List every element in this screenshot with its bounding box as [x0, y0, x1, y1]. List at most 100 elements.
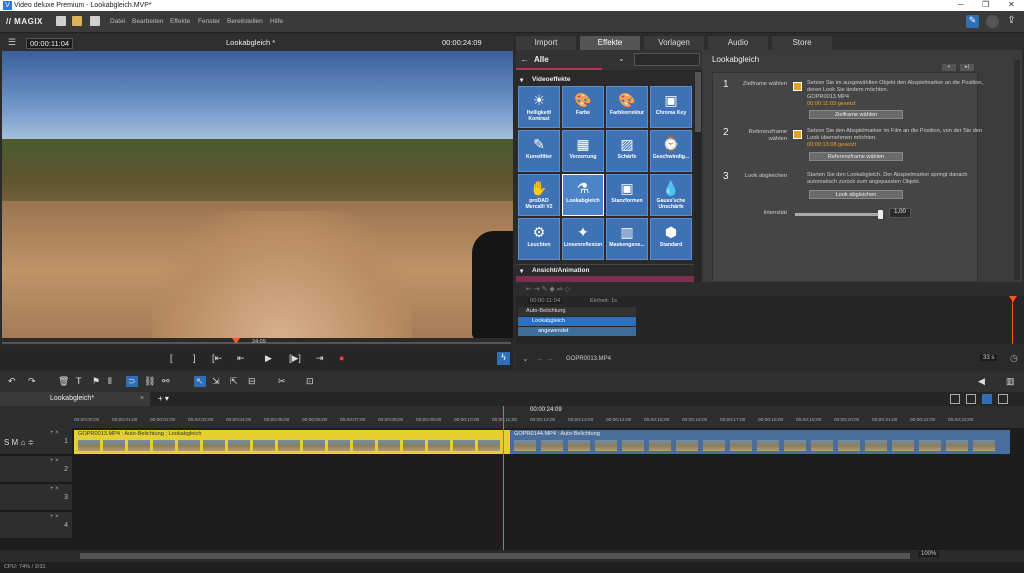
track-header-3[interactable]: + × 3 — [0, 484, 72, 511]
settings-scrollbar[interactable] — [1014, 60, 1020, 280]
search-input[interactable] — [634, 53, 700, 66]
zielframe-button[interactable]: Zielframe wählen — [809, 110, 903, 119]
kf-playhead-marker[interactable] — [1009, 296, 1017, 302]
view-storyboard-icon[interactable] — [950, 394, 960, 404]
tab-effekte[interactable]: Effekte — [580, 36, 640, 50]
previous-button[interactable]: ⇤ — [237, 353, 245, 364]
export-icon[interactable]: ⊡ — [306, 376, 314, 387]
solo-mute-icons[interactable]: S M ⌂ ≑ — [4, 438, 34, 447]
effect-tile[interactable]: ▨ Schärfe — [606, 130, 648, 172]
next-button[interactable]: ⇥ — [316, 353, 324, 364]
range-select-icon[interactable]: ⇲ — [212, 376, 220, 387]
scroll-thumb[interactable] — [80, 553, 910, 559]
menu-hilfe[interactable]: Hilfe — [270, 18, 283, 25]
unlink-icon[interactable]: ⚯ — [162, 376, 170, 387]
clock-icon[interactable]: ◷ — [1010, 353, 1018, 364]
view-timeline-icon[interactable] — [982, 394, 992, 404]
chevron-down-icon[interactable]: ⌄ — [618, 54, 625, 63]
timeline-ruler[interactable]: 00:00:24:09 00;00;00;00 00;00;01;00 00;00;… — [0, 406, 1024, 428]
track-header-1[interactable]: S M ⌂ ≑ + × 1 — [0, 428, 72, 455]
pointer-icon[interactable]: ↖ — [194, 376, 206, 387]
timecode-current[interactable]: 00:00:11:04 — [26, 38, 74, 49]
clip-gopr0013[interactable]: GOPR0013.MP4 : Auto-Belichtung ; Lookabg… — [74, 430, 510, 454]
menu-bearbeiten[interactable]: Bearbeiten — [132, 18, 163, 25]
split-icon[interactable]: ⫴ — [108, 376, 112, 387]
cut-icon[interactable]: ✂ — [278, 376, 286, 387]
nav-arrows-icon[interactable]: ← → — [536, 354, 554, 363]
intensity-slider[interactable] — [795, 210, 883, 219]
video-preview[interactable] — [2, 51, 513, 338]
next-keyframe-button[interactable]: ▸| — [960, 64, 974, 71]
timeline-playhead[interactable] — [503, 406, 504, 550]
preview-scrubber[interactable]: 24:09 — [0, 338, 513, 348]
effect-tile[interactable]: ✦ Linsenreflexion — [562, 218, 604, 260]
delete-icon[interactable]: 🗑 — [58, 376, 69, 387]
mark-in-button[interactable]: [ — [170, 353, 173, 363]
save-icon[interactable] — [90, 16, 100, 26]
menu-bereitstellen[interactable]: Bereitstellen — [227, 18, 263, 25]
tab-lookabgleich[interactable]: Lookabgleich* × — [0, 392, 150, 406]
effect-tile[interactable]: 🎨 Farbe — [562, 86, 604, 128]
section-videoeffekte[interactable]: ▾ Videoeffekte — [516, 74, 694, 85]
kf-row-lookabgleich[interactable]: Lookabgleich — [518, 317, 636, 326]
mark-out-button[interactable]: ] — [193, 353, 196, 363]
help-icon[interactable] — [986, 15, 999, 28]
new-file-icon[interactable] — [56, 16, 66, 26]
keyframe-nav-icons[interactable]: ⇤ ⇥ ✎ ◆ ⇌ ◇ — [526, 285, 570, 293]
menu-fenster[interactable]: Fenster — [198, 18, 220, 25]
track-plus-icon[interactable]: + × — [50, 514, 59, 520]
effect-tile[interactable]: 💧 Gauss'sche Unschärfe — [650, 174, 692, 216]
collapse-down-icon[interactable]: ⌄ — [522, 354, 529, 363]
tab-vorlagen[interactable]: Vorlagen — [644, 36, 704, 50]
effect-tile[interactable]: ✋ proDAD Mercalli V2 — [518, 174, 560, 216]
scrub-marker[interactable] — [232, 338, 240, 344]
kf-row-auto-belichtung[interactable]: Auto-Belichtung — [518, 307, 636, 316]
tab-import[interactable]: Import — [516, 36, 576, 50]
hamburger-icon[interactable]: ☰ — [8, 37, 16, 48]
kf-zoom[interactable]: 33 s — [980, 355, 998, 361]
effect-tile[interactable]: ☀ Helligkeit/ Kontrast — [518, 86, 560, 128]
intensity-knob[interactable] — [878, 210, 883, 219]
intensity-value[interactable]: 1,00 — [889, 208, 911, 218]
track-plus-icon[interactable]: + × — [50, 458, 59, 464]
kf-playhead[interactable] — [1012, 296, 1013, 344]
back-arrow-icon[interactable]: ← — [520, 54, 529, 64]
effect-tile[interactable]: ▦ Verzerrung — [562, 130, 604, 172]
reset-button[interactable]: + — [942, 64, 956, 71]
redo-icon[interactable]: ↷ — [28, 376, 36, 387]
kf-row-angewendet[interactable]: angewendet — [518, 327, 636, 336]
add-tab-button[interactable]: + ▾ — [158, 394, 169, 403]
effect-tile[interactable]: ▥ Maskengene... — [606, 218, 648, 260]
trim-icon[interactable]: ⊟ — [248, 376, 256, 387]
effect-tile[interactable]: ⚙ Leuchten — [518, 218, 560, 260]
clip-gopr0144[interactable]: GOPR0144.MP4 : Auto-Belichtung — [510, 430, 1010, 454]
mixer-icon[interactable]: ▥ — [1006, 376, 1015, 387]
view-multicam-icon[interactable] — [998, 394, 1008, 404]
tab-close-icon[interactable]: × — [140, 395, 144, 402]
view-scene-icon[interactable] — [966, 394, 976, 404]
lightning-icon[interactable]: ϟ — [497, 352, 510, 365]
timeline-zoom[interactable]: 100% — [918, 551, 940, 557]
menu-datei[interactable]: Datei — [110, 18, 125, 25]
undo-icon[interactable]: ↶ — [8, 376, 16, 387]
magnet-icon[interactable]: ⊃ — [126, 376, 138, 387]
volume-icon[interactable]: ◀ — [978, 376, 985, 387]
effect-tile[interactable]: ⚗ Lookabgleich — [562, 174, 604, 216]
upload-icon[interactable]: ⇪ — [1005, 15, 1018, 28]
effect-tile[interactable]: ▣ Chroma Key — [650, 86, 692, 128]
effect-tile[interactable]: ✎ Kunstfilter — [518, 130, 560, 172]
track-header-4[interactable]: + × 4 — [0, 512, 72, 539]
section-ansicht-animation[interactable]: ▾ Ansicht/Animation — [516, 264, 694, 275]
filter-dropdown[interactable]: Alle — [534, 55, 549, 64]
effect-tile[interactable]: ▣ Stanzformen — [606, 174, 648, 216]
link-icon[interactable]: ⛓ — [144, 376, 155, 387]
scroll-thumb[interactable] — [695, 72, 701, 132]
track-plus-icon[interactable]: + × — [50, 486, 59, 492]
play-range-button[interactable]: [▶] — [289, 353, 301, 364]
close-button[interactable]: ✕ — [1008, 0, 1015, 9]
record-button[interactable]: ● — [339, 353, 344, 363]
play-button[interactable]: ▶ — [265, 353, 272, 364]
effect-tile[interactable]: ⬢ Standard — [650, 218, 692, 260]
minimize-button[interactable]: ─ — [958, 0, 964, 9]
tab-audio[interactable]: Audio — [708, 36, 768, 50]
